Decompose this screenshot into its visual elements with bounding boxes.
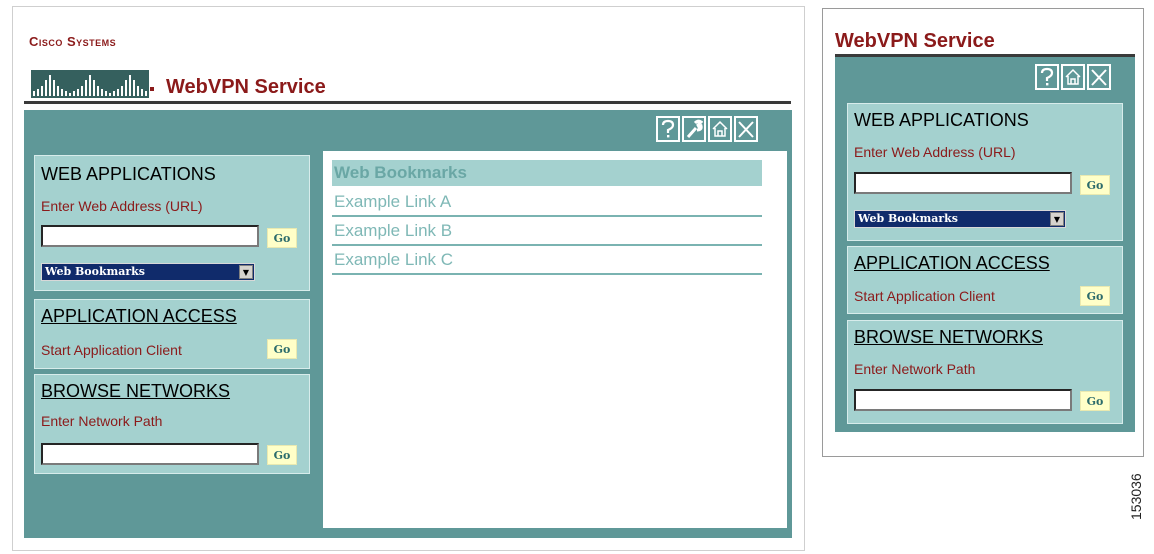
application-access-section: APPLICATION ACCESS Start Application Cli… — [34, 299, 310, 369]
bookmarks-heading: Web Bookmarks — [332, 160, 762, 186]
bookmarks-select-value: Web Bookmarks — [45, 265, 145, 278]
compact-bookmarks-select-value: Web Bookmarks — [858, 212, 958, 225]
bookmark-link[interactable]: Example Link A — [332, 188, 762, 217]
compact-network-path-prompt: Enter Network Path — [854, 361, 976, 377]
home-icon[interactable] — [1061, 64, 1085, 90]
compact-url-input[interactable] — [854, 172, 1072, 194]
compact-network-path-go-button[interactable]: Go — [1080, 391, 1110, 411]
page-title: WebVPN Service — [166, 76, 326, 98]
title-divider — [24, 101, 791, 104]
web-applications-section: WEB APPLICATIONS Enter Web Address (URL)… — [34, 155, 310, 291]
network-path-go-button[interactable]: Go — [267, 445, 297, 465]
application-access-heading[interactable]: APPLICATION ACCESS — [41, 306, 237, 327]
logo-dot — [150, 87, 154, 91]
compact-toolbar — [1035, 64, 1111, 90]
compact-page-title: WebVPN Service — [835, 30, 995, 52]
url-input[interactable] — [41, 225, 259, 247]
compact-browse-networks-section: BROWSE NETWORKS Enter Network Path Go — [847, 320, 1123, 424]
chevron-down-icon[interactable]: ▼ — [1050, 212, 1064, 226]
close-icon[interactable] — [1087, 64, 1111, 90]
compact-network-path-input[interactable] — [854, 389, 1072, 411]
url-go-button[interactable]: Go — [267, 228, 297, 248]
compact-url-prompt: Enter Web Address (URL) — [854, 144, 1016, 160]
compact-url-go-button[interactable]: Go — [1080, 175, 1110, 195]
bookmark-link[interactable]: Example Link B — [332, 217, 762, 246]
close-icon[interactable] — [734, 116, 758, 142]
compact-application-access-section: APPLICATION ACCESS Start Application Cli… — [847, 246, 1123, 314]
compact-app-client-go-button[interactable]: Go — [1080, 286, 1110, 306]
help-icon[interactable] — [656, 116, 680, 142]
bookmark-link[interactable]: Example Link C — [332, 246, 762, 275]
home-icon[interactable] — [708, 116, 732, 142]
compact-bookmarks-select[interactable]: Web Bookmarks ▼ — [854, 210, 1066, 228]
cisco-logo-icon — [31, 70, 149, 98]
wrench-icon[interactable] — [682, 116, 706, 142]
network-path-input[interactable] — [41, 443, 259, 465]
url-prompt: Enter Web Address (URL) — [41, 198, 203, 214]
web-applications-heading: WEB APPLICATIONS — [41, 164, 216, 184]
bookmarks-select[interactable]: Web Bookmarks ▼ — [41, 263, 255, 281]
app-client-prompt: Start Application Client — [41, 342, 182, 358]
compact-app-client-prompt: Start Application Client — [854, 288, 995, 304]
cisco-logo-text: Cisco Systems — [29, 34, 117, 49]
compact-web-applications-heading: WEB APPLICATIONS — [854, 110, 1029, 130]
network-path-prompt: Enter Network Path — [41, 413, 163, 429]
compact-web-applications-section: WEB APPLICATIONS Enter Web Address (URL)… — [847, 103, 1123, 241]
app-client-go-button[interactable]: Go — [267, 339, 297, 359]
browse-networks-heading[interactable]: BROWSE NETWORKS — [41, 381, 230, 402]
help-icon[interactable] — [1035, 64, 1059, 90]
compact-application-access-heading[interactable]: APPLICATION ACCESS — [854, 253, 1050, 274]
browse-networks-section: BROWSE NETWORKS Enter Network Path Go — [34, 374, 310, 474]
content-area: Web Bookmarks Example Link A Example Lin… — [323, 151, 787, 528]
compact-browse-networks-heading[interactable]: BROWSE NETWORKS — [854, 327, 1043, 348]
figure-id: 153036 — [1128, 473, 1144, 520]
toolbar — [656, 116, 758, 142]
chevron-down-icon[interactable]: ▼ — [239, 265, 253, 279]
